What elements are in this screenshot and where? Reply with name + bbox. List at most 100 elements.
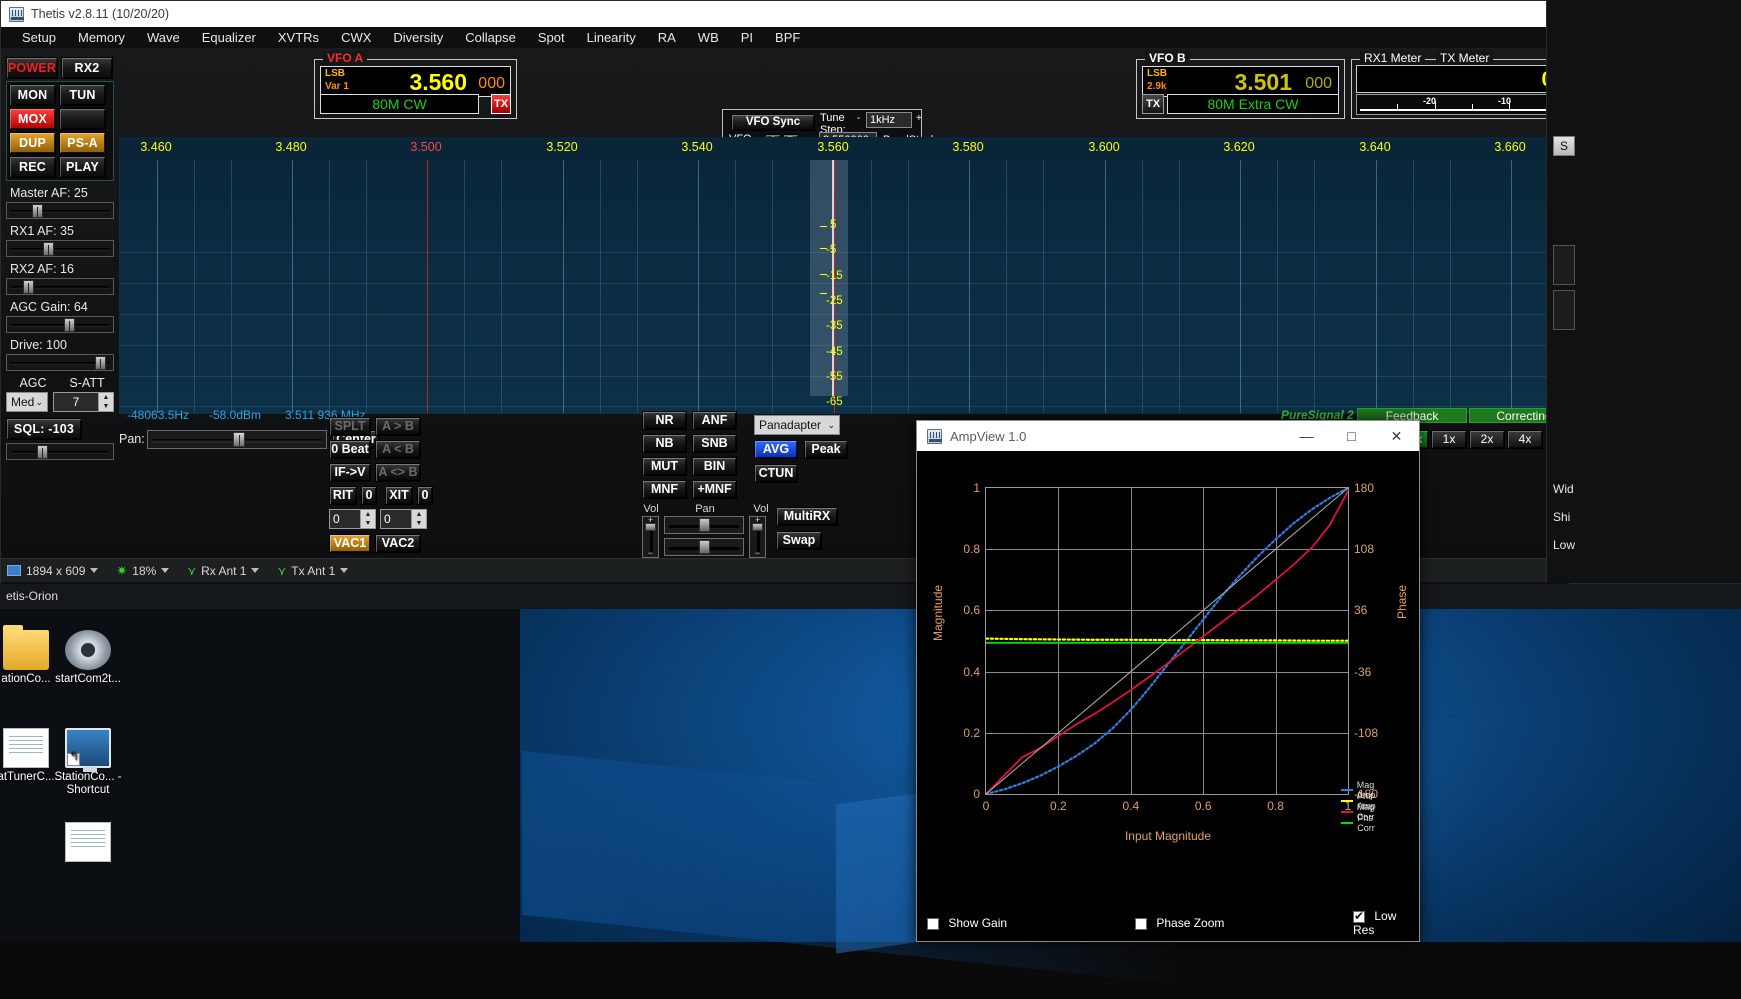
desktop-icon[interactable]: startCom2t... <box>40 630 136 686</box>
chart-plot-area[interactable]: 1 0.8 0.6 0.4 0.2 0 180 108 36 -36 -108 … <box>985 487 1349 795</box>
zero-beat-button[interactable]: 0 Beat <box>329 440 371 459</box>
show-gain-checkbox[interactable]: Show Gain <box>927 916 1007 930</box>
sql-button[interactable]: SQL: -103 <box>6 418 82 440</box>
mut-button[interactable]: MUT <box>642 457 687 476</box>
drive-slider[interactable] <box>6 354 114 371</box>
snb-button[interactable]: SNB <box>692 434 737 453</box>
rx2-vol-slider[interactable]: +− <box>749 516 766 558</box>
zoom-1x-button[interactable]: 1x <box>1431 430 1467 449</box>
status-rx-ant-text: Rx Ant 1 <box>201 564 246 578</box>
chevron-down-icon[interactable] <box>161 568 169 573</box>
agc-gain-slider[interactable] <box>6 316 114 333</box>
menu-item-linearity[interactable]: Linearity <box>576 28 647 47</box>
menu-item-ra[interactable]: RA <box>647 28 687 47</box>
anf-button[interactable]: ANF <box>692 411 737 430</box>
swap-button[interactable]: Swap <box>776 531 822 550</box>
close-button[interactable]: ✕ <box>1374 421 1419 451</box>
a-to-b-button[interactable]: A > B <box>375 417 421 436</box>
peak-button[interactable]: Peak <box>804 440 848 459</box>
mnf-button[interactable]: MNF <box>642 480 687 499</box>
agc-mode-select[interactable]: Med ⌄ <box>6 392 48 412</box>
master-af-slider[interactable] <box>6 202 114 219</box>
vfo-a-tx-button[interactable]: TX <box>491 94 511 114</box>
rx2-pan-slider[interactable] <box>664 538 744 556</box>
nr-button[interactable]: NR <box>642 411 687 430</box>
avg-button[interactable]: AVG <box>754 440 798 459</box>
rx2-af-slider[interactable] <box>6 278 114 295</box>
play-button[interactable]: PLAY <box>59 156 106 178</box>
chevron-down-icon[interactable] <box>251 568 259 573</box>
display-mode-select[interactable]: Panadapter ⌄ <box>754 415 840 435</box>
menu-item-equalizer[interactable]: Equalizer <box>191 28 267 47</box>
tun-button[interactable]: TUN <box>59 84 106 106</box>
menu-item-bpf[interactable]: BPF <box>764 28 811 47</box>
nb-button[interactable]: NB <box>642 434 687 453</box>
menu-item-diversity[interactable]: Diversity <box>382 28 454 47</box>
xit-button[interactable]: XIT <box>385 486 413 505</box>
b-to-a-button[interactable]: A < B <box>375 440 421 459</box>
rec-button[interactable]: REC <box>9 156 56 178</box>
menu-item-wave[interactable]: Wave <box>136 28 191 47</box>
psa-button[interactable]: PS-A <box>59 132 106 154</box>
menu-item-memory[interactable]: Memory <box>67 28 136 47</box>
dup-button[interactable]: DUP <box>9 132 56 154</box>
splt-button[interactable]: SPLT <box>329 417 371 436</box>
side-button-1[interactable] <box>1553 245 1575 285</box>
vfo-b-tx-button[interactable]: TX <box>1142 94 1164 114</box>
xit-spin-arrows[interactable]: ▲▼ <box>412 509 427 529</box>
multirx-button[interactable]: MultiRX <box>776 507 838 526</box>
menu-item-setup[interactable]: Setup <box>11 28 67 47</box>
rx1-af-slider[interactable] <box>6 240 114 257</box>
maximize-button[interactable]: □ <box>1329 421 1374 451</box>
rx2-button[interactable]: RX2 <box>61 57 113 79</box>
vfo-b-display[interactable]: LSB 2.9k 3.501 000 <box>1142 66 1339 97</box>
menu-item-spot[interactable]: Spot <box>527 28 576 47</box>
menu-item-pi[interactable]: PI <box>730 28 764 47</box>
ctun-button[interactable]: CTUN <box>754 464 798 483</box>
xit-stepper[interactable]: 0 ▲▼ <box>380 509 427 529</box>
low-res-checkbox[interactable]: Low Res <box>1353 909 1419 937</box>
zoom-4x-button[interactable]: 4x <box>1507 430 1543 449</box>
rit-spin-arrows[interactable]: ▲▼ <box>361 509 376 529</box>
vfo-a-band[interactable]: 80M CW <box>320 94 479 114</box>
vfo-sync-button[interactable]: VFO Sync <box>731 114 815 131</box>
zoom-2x-button[interactable]: 2x <box>1469 430 1505 449</box>
vfo-a-display[interactable]: LSB Var 1 3.560 000 <box>320 66 511 97</box>
menu-item-cwx[interactable]: CWX <box>330 28 382 47</box>
chevron-down-icon[interactable] <box>90 568 98 573</box>
side-button-2[interactable] <box>1553 290 1575 330</box>
swap-ab-button[interactable]: A <> B <box>375 463 421 482</box>
minimize-button[interactable]: — <box>1284 421 1329 451</box>
sql-slider[interactable] <box>6 443 114 460</box>
phase-zoom-checkbox[interactable]: Phase Zoom <box>1135 916 1224 930</box>
bin-button[interactable]: BIN <box>692 457 737 476</box>
satt-stepper[interactable]: 7 ▲▼ <box>53 392 114 412</box>
rx1-pan-slider[interactable] <box>664 516 744 534</box>
mox-button[interactable]: MOX <box>9 108 56 130</box>
menu-item-xvtrs[interactable]: XVTRs <box>267 28 330 47</box>
plus-mnf-button[interactable]: +MNF <box>692 480 737 499</box>
menu-item-wb[interactable]: WB <box>687 28 730 47</box>
desktop-icon[interactable] <box>40 822 136 865</box>
mon-button[interactable]: MON <box>9 84 56 106</box>
chevron-down-icon[interactable] <box>340 568 348 573</box>
s-button[interactable]: S <box>1553 136 1575 156</box>
satt-spin-arrows[interactable]: ▲▼ <box>99 392 114 412</box>
pan-slider[interactable] <box>147 430 327 449</box>
tune-step-decrement[interactable]: - <box>857 113 860 124</box>
rit-stepper[interactable]: 0 ▲▼ <box>329 509 376 529</box>
freq-label-3540: 3.540 <box>681 140 712 154</box>
vac2-button[interactable]: VAC2 <box>375 534 421 553</box>
rx1-vol-slider[interactable]: +− <box>642 516 659 558</box>
vac1-button[interactable]: VAC1 <box>329 534 371 553</box>
desktop-icon[interactable]: StationCo... - Shortcut <box>40 728 136 797</box>
power-button[interactable]: POWER <box>6 57 58 79</box>
menu-item-collapse[interactable]: Collapse <box>454 28 527 47</box>
panadapter-display[interactable]: 5 -5 -15 -25 -35 -45 -55 -65 <box>119 137 1551 414</box>
vfo-b-band[interactable]: 80M Extra CW <box>1167 94 1339 114</box>
rit-button[interactable]: RIT <box>329 486 357 505</box>
if-to-v-button[interactable]: IF->V <box>329 463 371 482</box>
chart-xtick-04: 0.4 <box>1122 799 1139 813</box>
tune-step-value[interactable]: 1kHz <box>866 112 912 128</box>
tune-step-increment[interactable]: + <box>916 113 922 124</box>
